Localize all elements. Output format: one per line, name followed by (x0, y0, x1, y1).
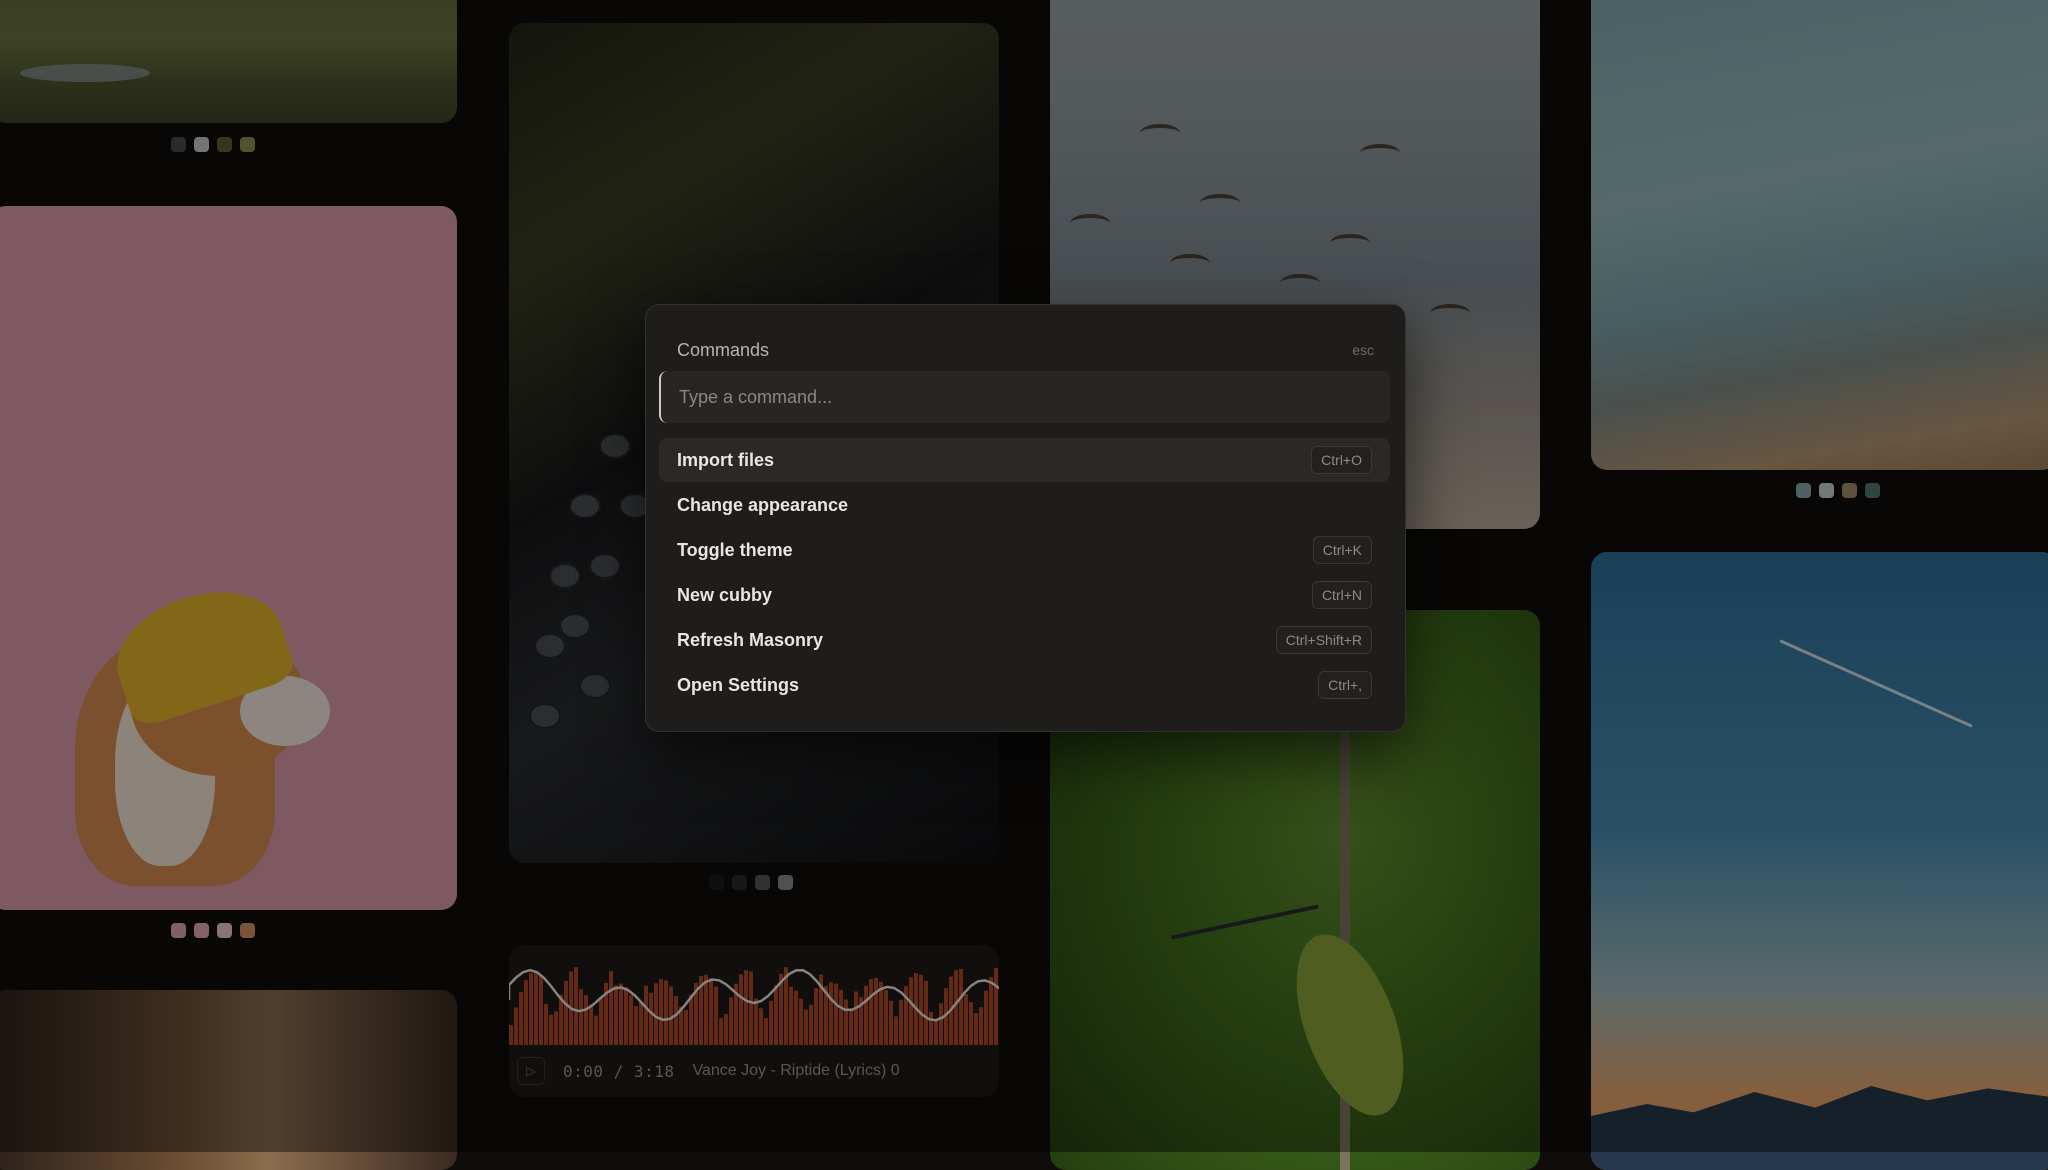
shortcut-badge: Ctrl+Shift+R (1275, 626, 1372, 654)
palette-title: Commands (677, 339, 770, 360)
command-label: New cubby (677, 584, 773, 605)
command-label: Import files (677, 449, 775, 470)
command-change-appearance[interactable]: Change appearance (659, 483, 1390, 527)
command-import-files[interactable]: Import files Ctrl+O (659, 438, 1390, 482)
command-toggle-theme[interactable]: Toggle theme Ctrl+K (659, 528, 1390, 572)
command-label: Refresh Masonry (677, 629, 824, 650)
command-label: Change appearance (677, 494, 849, 515)
command-new-cubby[interactable]: New cubby Ctrl+N (659, 573, 1390, 617)
command-label: Toggle theme (677, 539, 793, 560)
command-palette: Commands esc Import files Ctrl+O Change … (645, 304, 1406, 732)
command-list: Import files Ctrl+O Change appearance To… (659, 438, 1390, 708)
shortcut-badge: Ctrl+, (1318, 671, 1372, 699)
command-input[interactable] (659, 371, 1390, 423)
command-refresh-masonry[interactable]: Refresh Masonry Ctrl+Shift+R (659, 618, 1390, 662)
shortcut-badge: Ctrl+N (1311, 581, 1372, 609)
command-open-settings[interactable]: Open Settings Ctrl+, (659, 663, 1390, 707)
command-label: Open Settings (677, 674, 800, 695)
palette-header: Commands esc (677, 335, 1374, 365)
shortcut-badge: Ctrl+K (1312, 536, 1372, 564)
shortcut-badge: Ctrl+O (1311, 446, 1372, 474)
esc-hint[interactable]: esc (1352, 342, 1374, 358)
